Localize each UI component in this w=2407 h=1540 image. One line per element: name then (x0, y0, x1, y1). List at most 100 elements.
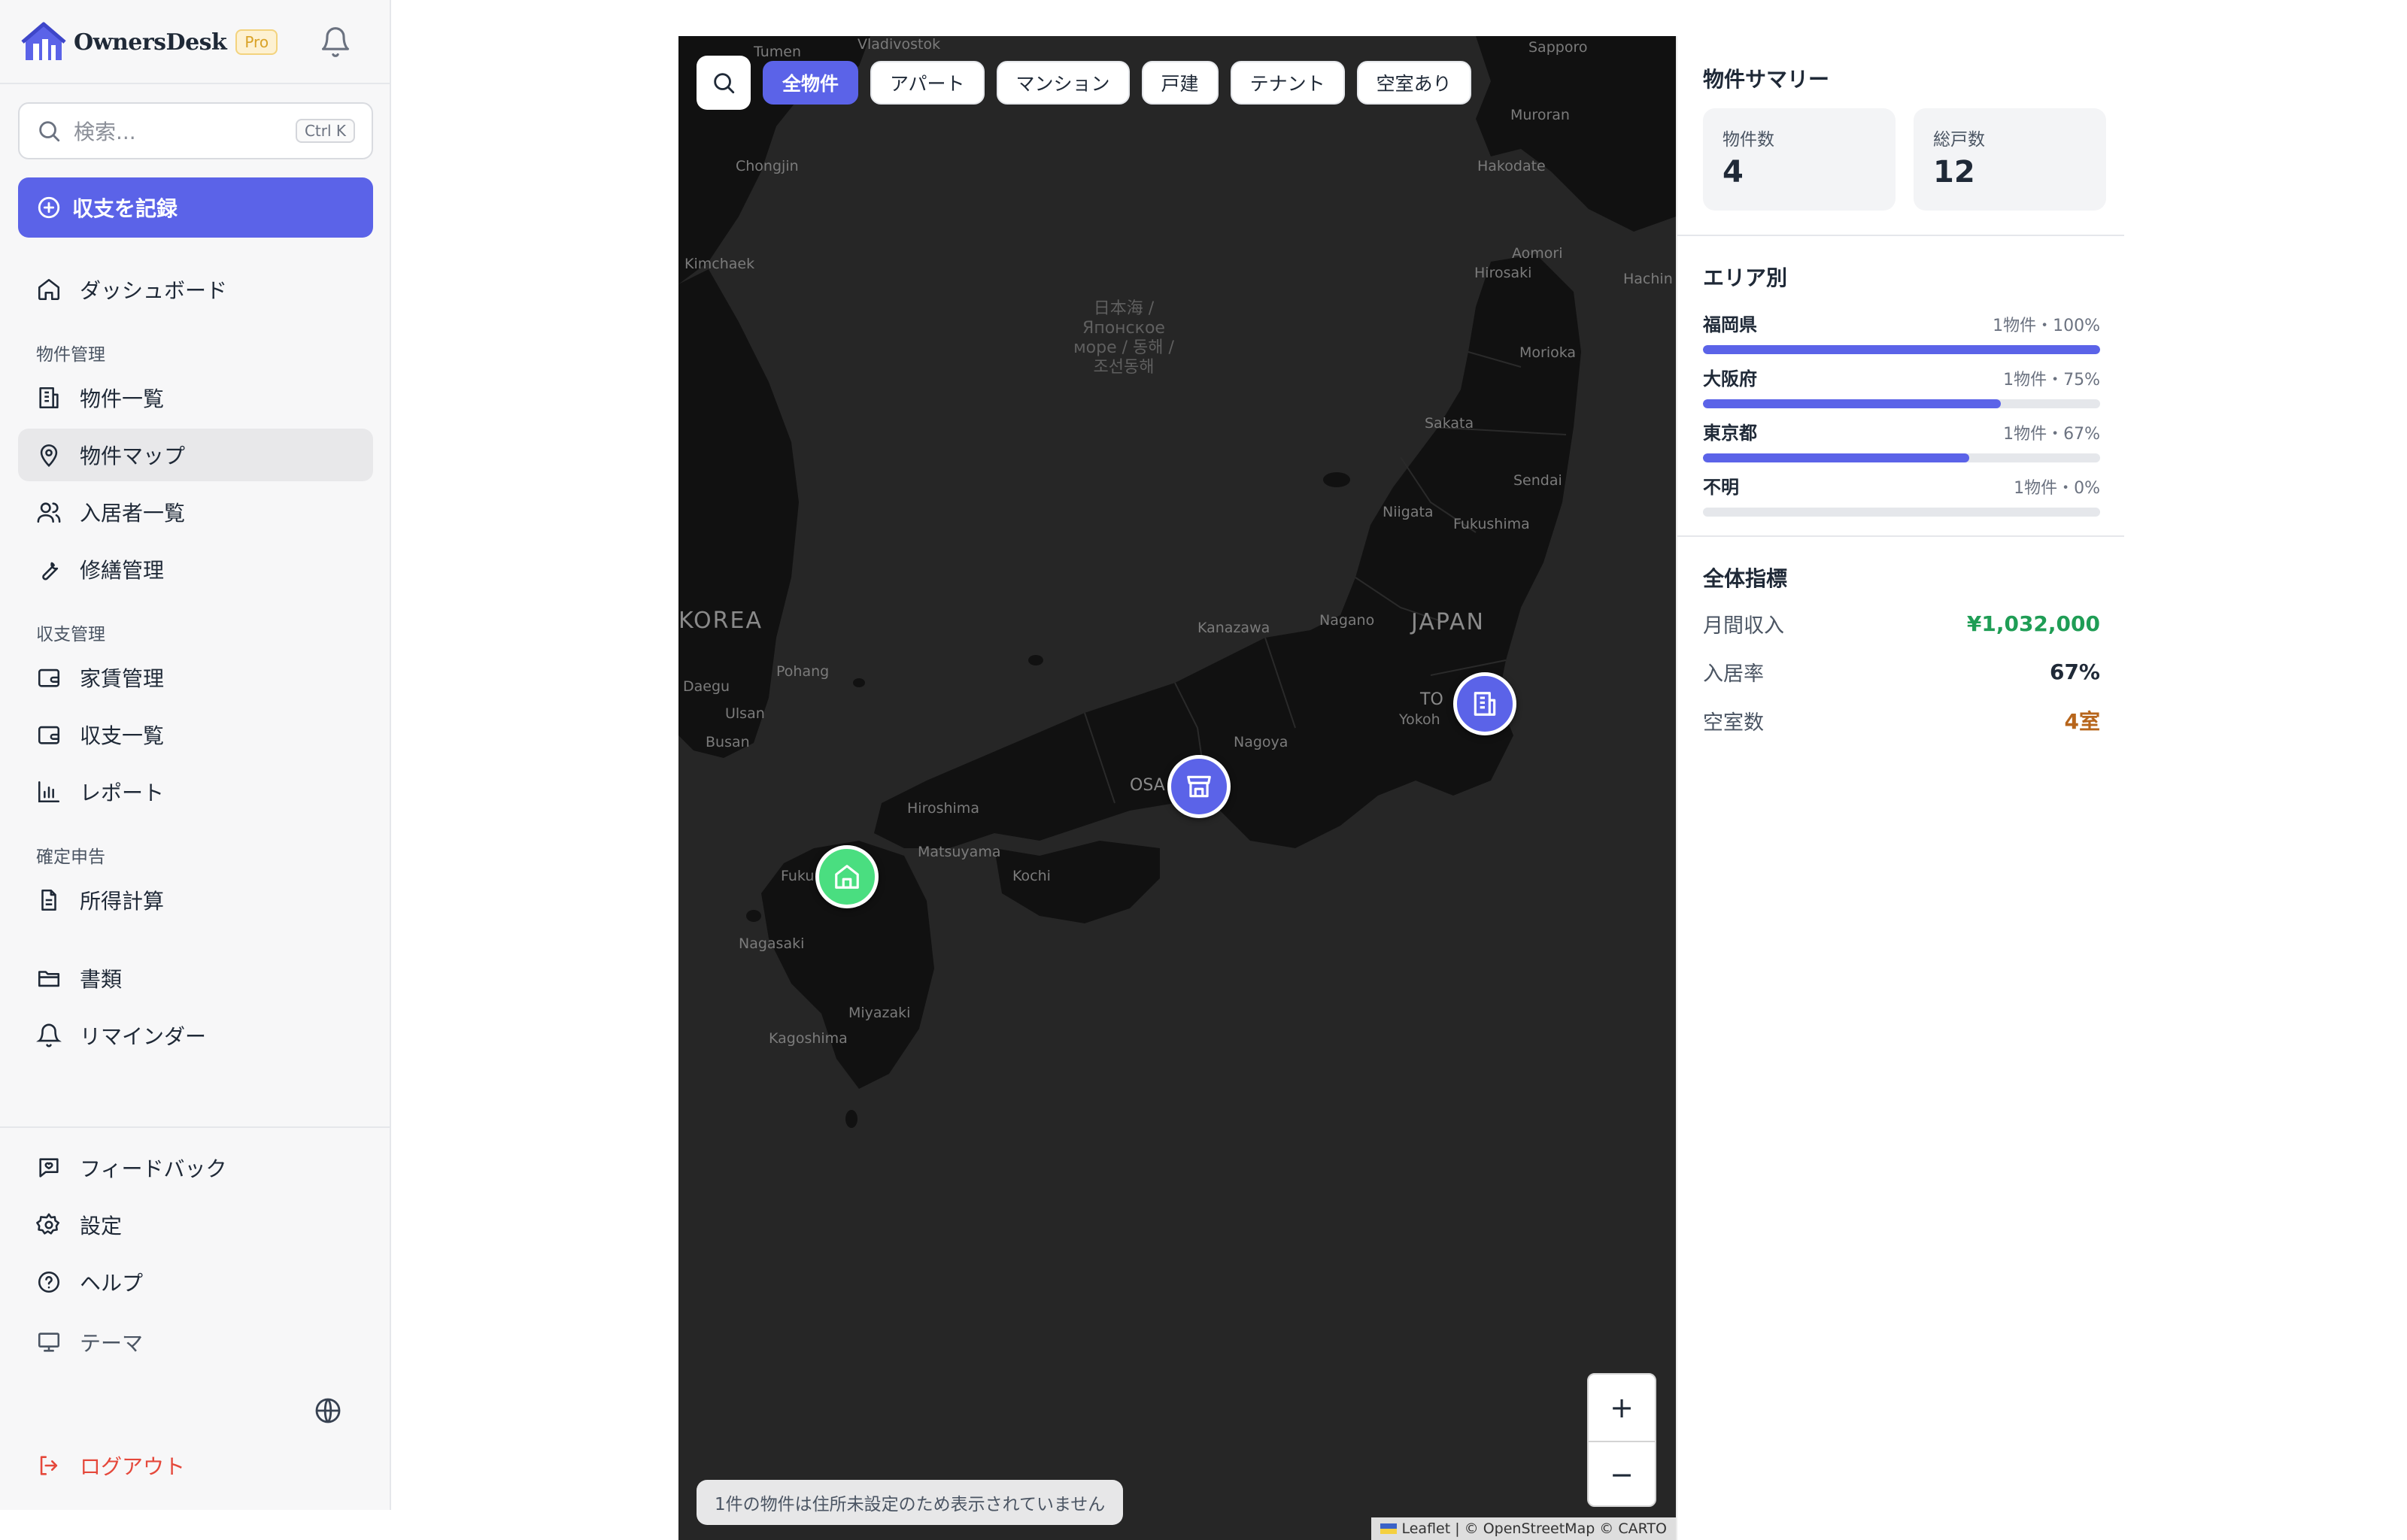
stat-card-properties: 物件数 4 (1703, 108, 1896, 211)
users-icon (37, 502, 61, 523)
map-attribution[interactable]: Leaflet | © OpenStreetMap © CARTO (1371, 1517, 1676, 1540)
map-label-city: Kanazawa (1197, 620, 1270, 636)
section-property: 物件管理 (36, 345, 105, 365)
nav-settings[interactable]: 設定 (18, 1199, 373, 1251)
nav-income-expense[interactable]: 収支一覧 (18, 708, 373, 761)
store-icon (1187, 775, 1211, 798)
nav-property-list-label: 物件一覧 (80, 387, 165, 411)
nav-reminder-label: リマインダー (80, 1024, 207, 1049)
feedback-icon (39, 1158, 59, 1178)
stat-value: 4 (1723, 155, 1744, 189)
nav-property-list[interactable]: 物件一覧 (18, 371, 373, 424)
filter-chip-apartment[interactable]: アパート (870, 61, 985, 105)
filter-chip-mansion[interactable]: マンション (996, 61, 1130, 105)
zoom-control: + − (1587, 1373, 1656, 1507)
nav-help[interactable]: ヘルプ (18, 1256, 373, 1308)
sidebar-footer-divider (0, 1126, 390, 1128)
map-label-osaka: OSA (1130, 776, 1165, 795)
nav-feedback[interactable]: フィードバック (18, 1141, 373, 1194)
nav-tenant-list[interactable]: 入居者一覧 (18, 486, 373, 538)
nav-dashboard[interactable]: ダッシュボード (18, 263, 373, 316)
map-label-city: Hirosaki (1474, 265, 1532, 281)
brand[interactable]: OwnersDesk Pro (21, 18, 278, 66)
attribution-text: Leaflet | © OpenStreetMap © CARTO (1401, 1520, 1667, 1537)
map-label-korea: KOREA (678, 608, 763, 634)
logo-house-icon (21, 22, 66, 60)
filter-chip-all[interactable]: 全物件 (763, 61, 859, 105)
record-transaction-button[interactable]: 収支を記録 (18, 177, 373, 238)
notification-bell-icon[interactable] (319, 26, 352, 59)
summary-title: 物件サマリー (1703, 67, 1830, 92)
map-label-city: Fukushima (1453, 516, 1530, 532)
map-pin-fukuoka[interactable] (815, 845, 879, 908)
nav-feedback-label: フィードバック (80, 1157, 227, 1181)
map-label-city: Pohang (776, 663, 830, 680)
nav-documents[interactable]: 書類 (18, 952, 373, 1005)
house-icon (835, 865, 859, 889)
filter-chip-tenant[interactable]: テナント (1230, 61, 1345, 105)
map-label-city: Chongjin (736, 158, 799, 174)
pro-badge: Pro (235, 29, 278, 55)
area-row: 福岡県 1物件・100% (1703, 310, 2100, 354)
area-row: 不明 1物件・0% (1703, 472, 2100, 517)
stat-label: 物件数 (1723, 130, 1774, 150)
nav-theme[interactable]: テーマ (18, 1316, 373, 1369)
area-meta: 1物件・67% (2003, 425, 2100, 444)
missing-address-notice: 1件の物件は住所未設定のため表示されていません (697, 1480, 1124, 1525)
nav-income-calc[interactable]: 所得計算 (18, 874, 373, 926)
area-bar-fill (1703, 453, 1969, 462)
metric-label: 入居率 (1703, 662, 1764, 686)
map-label-city: Hachin (1623, 271, 1673, 287)
help-icon (38, 1271, 60, 1293)
nav-logout-label: ログアウト (80, 1454, 186, 1479)
map-search-button[interactable] (697, 56, 751, 110)
nav-help-label: ヘルプ (80, 1271, 144, 1296)
area-bar-track (1703, 453, 2100, 462)
app-name: OwnersDesk (74, 29, 227, 56)
sidebar-divider (0, 83, 390, 84)
map-pin-osaka[interactable] (1167, 755, 1231, 818)
metric-value: 67% (2049, 659, 2100, 684)
filter-chip-house[interactable]: 戸建 (1141, 61, 1219, 105)
nav-documents-label: 書類 (80, 967, 123, 992)
map-label-city: Nagoya (1234, 734, 1288, 750)
nav-rent-label: 家賃管理 (80, 666, 165, 691)
map-label-city: Hiroshima (907, 800, 979, 817)
metric-label: 月間収入 (1703, 614, 1784, 638)
nav-property-map-label: 物件マップ (80, 444, 186, 468)
nav-theme-label: テーマ (80, 1331, 144, 1356)
nav-rent[interactable]: 家賃管理 (18, 651, 373, 704)
section-finance: 収支管理 (36, 625, 105, 644)
map-pin-tokyo[interactable] (1453, 672, 1516, 735)
map-label-city: Nagasaki (739, 935, 805, 952)
property-map[interactable]: 日本海 / Японское море / 동해 / 조선동해 JAPAN KO… (678, 36, 1676, 1540)
map-label-city: Aomori (1512, 245, 1563, 262)
nav-report[interactable]: レポート (18, 765, 373, 818)
nav-income-expense-label: 収支一覧 (80, 723, 165, 748)
record-button-label: 収支を記録 (72, 197, 178, 220)
area-meta: 1物件・100% (1993, 317, 2100, 335)
nav-reminder[interactable]: リマインダー (18, 1009, 373, 1062)
nav-repair[interactable]: 修繕管理 (18, 543, 373, 596)
zoom-in-button[interactable]: + (1589, 1375, 1655, 1441)
map-label-japan: JAPAN (1411, 609, 1485, 635)
nav-property-map[interactable]: 物件マップ (18, 429, 373, 481)
zoom-out-button[interactable]: − (1589, 1441, 1655, 1505)
building-icon (39, 387, 59, 409)
summary-panel: 物件サマリー 物件数 4 総戸数 12 エリア別 福岡県 1物件・100% 大阪府… (1676, 36, 2124, 1540)
section-tax: 確定申告 (36, 847, 105, 867)
area-name: 福岡県 (1703, 314, 1757, 335)
logout-icon (40, 1456, 58, 1475)
search-input[interactable]: 検索... Ctrl K (18, 102, 373, 159)
nav-logout[interactable]: ログアウト (18, 1439, 373, 1492)
metric-label: 空室数 (1703, 711, 1764, 735)
nav-repair-label: 修繕管理 (80, 558, 165, 583)
area-bar-track (1703, 399, 2100, 408)
filter-chip-vacant[interactable]: 空室あり (1356, 61, 1471, 105)
area-row: 東京都 1物件・67% (1703, 418, 2100, 462)
nav-settings-label: 設定 (80, 1214, 123, 1238)
metric-vacancy: 空室数 4室 (1703, 705, 2100, 735)
globe-icon[interactable] (313, 1396, 343, 1426)
metrics-title: 全体指標 (1703, 566, 1788, 591)
wallet-icon (38, 726, 60, 744)
